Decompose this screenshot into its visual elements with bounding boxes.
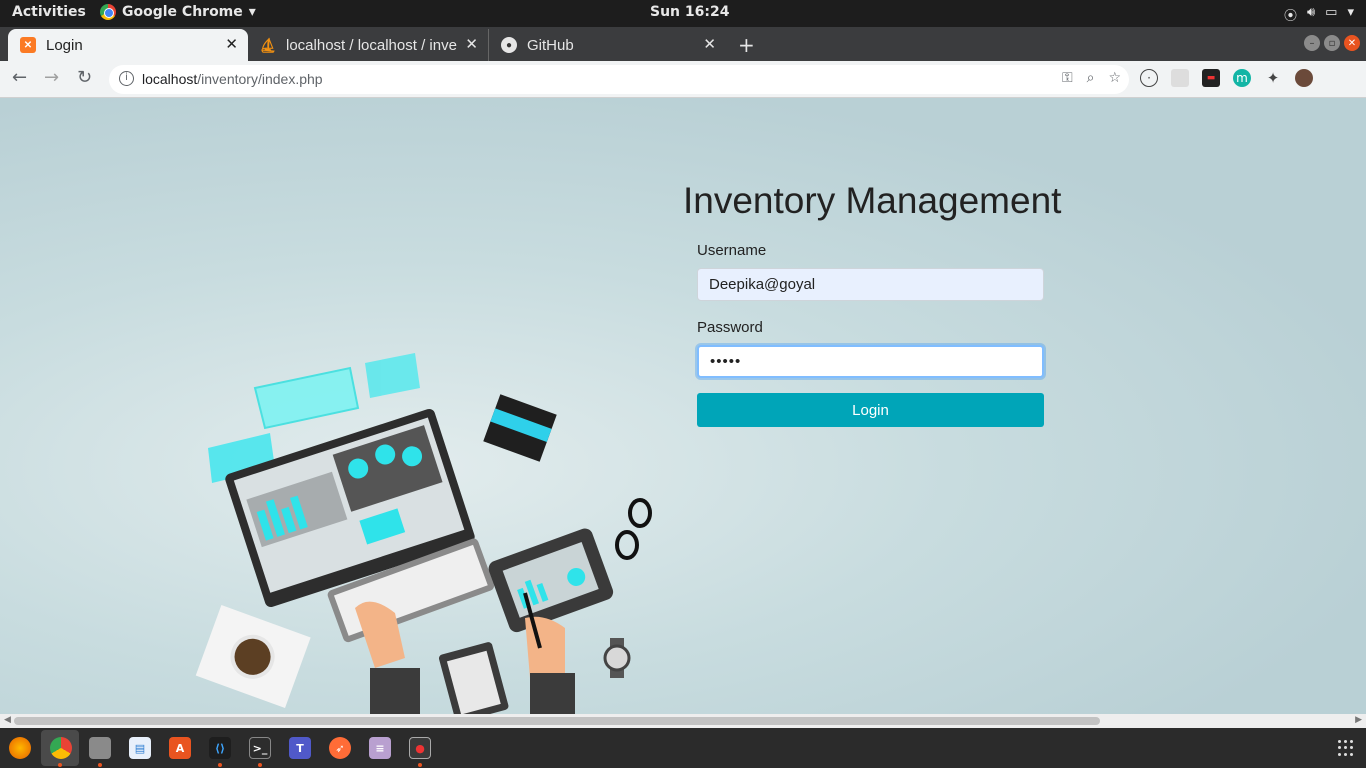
xampp-icon: ✕: [20, 37, 36, 53]
scroll-left-icon[interactable]: ◀: [4, 715, 11, 725]
box: [483, 394, 557, 462]
forward-button[interactable]: →: [44, 67, 59, 88]
running-indicator: [58, 763, 62, 767]
omnibox-actions: ⚿ ⌕ ☆: [1062, 70, 1121, 86]
extension-circle-icon[interactable]: ·: [1140, 69, 1158, 87]
github-icon: ●: [501, 37, 517, 53]
wifi-icon: ⦿: [1283, 9, 1297, 24]
url-path: /inventory/index.php: [197, 71, 323, 87]
profile-avatar[interactable]: [1295, 69, 1313, 87]
window-controls: – ▫ ✕: [1304, 35, 1360, 51]
username-label: Username: [697, 242, 767, 259]
vscode-icon[interactable]: ⟨⟩: [209, 737, 231, 759]
extension-square-icon[interactable]: [1171, 69, 1189, 87]
battery-icon: ▭: [1325, 5, 1338, 20]
username-value: Deepika@goyal: [709, 276, 816, 293]
password-field[interactable]: •••••: [697, 345, 1044, 378]
extensions-area: · ▬ m ✦: [1140, 69, 1313, 87]
address-bar[interactable]: i localhost/inventory/index.php ⚿ ⌕ ☆: [109, 65, 1129, 94]
workspace-illustration: [195, 353, 652, 714]
database-icon[interactable]: ≡: [369, 737, 391, 759]
horizontal-scrollbar[interactable]: ◀ ▶: [0, 714, 1366, 728]
app-menu[interactable]: Google Chrome ▾: [100, 4, 256, 20]
url-text[interactable]: localhost/inventory/index.php: [142, 71, 323, 87]
tab-title: GitHub: [527, 36, 574, 54]
close-tab-icon[interactable]: ✕: [465, 35, 478, 53]
glasses: [615, 498, 652, 560]
postman-icon[interactable]: ➶: [329, 737, 351, 759]
files-icon[interactable]: [89, 737, 111, 759]
system-tray[interactable]: ⦿ 🔊︎ ▭ ▾: [1284, 5, 1354, 24]
app-menu-label: Google Chrome: [122, 4, 243, 20]
m-extension-icon[interactable]: m: [1233, 69, 1251, 87]
running-indicator: [418, 763, 422, 767]
username-field[interactable]: Deepika@goyal: [697, 268, 1044, 301]
clock[interactable]: Sun 16:24: [650, 4, 729, 20]
running-indicator: [98, 763, 102, 767]
scrollbar-thumb[interactable]: [14, 717, 1100, 725]
activities-button[interactable]: Activities: [12, 4, 86, 20]
terminal-icon[interactable]: >_: [249, 737, 271, 759]
chrome-icon[interactable]: [50, 737, 72, 759]
zoom-icon[interactable]: ⌕: [1087, 70, 1095, 86]
chrome-icon: [100, 4, 116, 20]
coffee-paper: [195, 605, 311, 708]
site-info-icon[interactable]: i: [119, 71, 134, 86]
close-window-button[interactable]: ✕: [1344, 35, 1360, 51]
web-page: Inventory Management Username Deepika@go…: [0, 98, 1366, 714]
reload-button[interactable]: ↻: [77, 67, 92, 88]
login-button[interactable]: Login: [697, 393, 1044, 427]
scroll-right-icon[interactable]: ▶: [1355, 715, 1362, 725]
browser-toolbar: ← → ↻ i localhost/inventory/index.php ⚿ …: [0, 61, 1366, 98]
maximize-button[interactable]: ▫: [1324, 35, 1340, 51]
volume-icon: 🔊︎: [1306, 5, 1316, 20]
back-button[interactable]: ←: [12, 67, 27, 88]
tab-phpmyadmin[interactable]: ⛵︎ localhost / localhost / inve ✕: [248, 29, 488, 61]
apps-grid-icon[interactable]: [1338, 740, 1354, 756]
running-indicator: [218, 763, 222, 767]
tab-title: localhost / localhost / inve: [286, 36, 457, 54]
close-tab-icon[interactable]: ✕: [225, 35, 238, 53]
caret-down-icon: ▾: [1347, 5, 1354, 20]
firefox-icon[interactable]: [9, 737, 31, 759]
close-tab-icon[interactable]: ✕: [703, 35, 716, 53]
screen-recorder-icon[interactable]: ●: [409, 737, 431, 759]
software-icon[interactable]: A: [169, 737, 191, 759]
key-icon[interactable]: ⚿: [1062, 70, 1073, 86]
page-title: Inventory Management: [683, 180, 1062, 221]
dock: ▤ A ⟨⟩ >_ T ➶ ≡ ●: [0, 728, 1366, 768]
running-indicator: [258, 763, 262, 767]
password-label: Password: [697, 319, 763, 336]
os-top-bar: Activities Google Chrome ▾ Sun 16:24 ⦿ 🔊…: [0, 0, 1366, 27]
mask-icon[interactable]: ▬: [1202, 69, 1220, 87]
tab-github[interactable]: ● GitHub ✕: [488, 29, 726, 61]
new-tab-button[interactable]: +: [738, 33, 755, 57]
watch: [603, 638, 631, 678]
tab-strip: ✕ Login ✕ ⛵︎ localhost / localhost / inv…: [0, 27, 1366, 61]
caret-down-icon: ▾: [248, 4, 256, 20]
phpmyadmin-icon: ⛵︎: [259, 36, 277, 53]
tab-login[interactable]: ✕ Login ✕: [8, 29, 248, 61]
star-icon[interactable]: ☆: [1108, 70, 1121, 86]
password-value: •••••: [710, 353, 742, 370]
writer-icon[interactable]: ▤: [129, 737, 151, 759]
tab-title: Login: [46, 36, 83, 54]
calculator: [438, 642, 509, 714]
url-host: localhost: [142, 71, 198, 87]
puzzle-icon[interactable]: ✦: [1264, 69, 1282, 87]
minimize-button[interactable]: –: [1304, 35, 1320, 51]
tablet: [488, 528, 614, 633]
teams-icon[interactable]: T: [289, 737, 311, 759]
